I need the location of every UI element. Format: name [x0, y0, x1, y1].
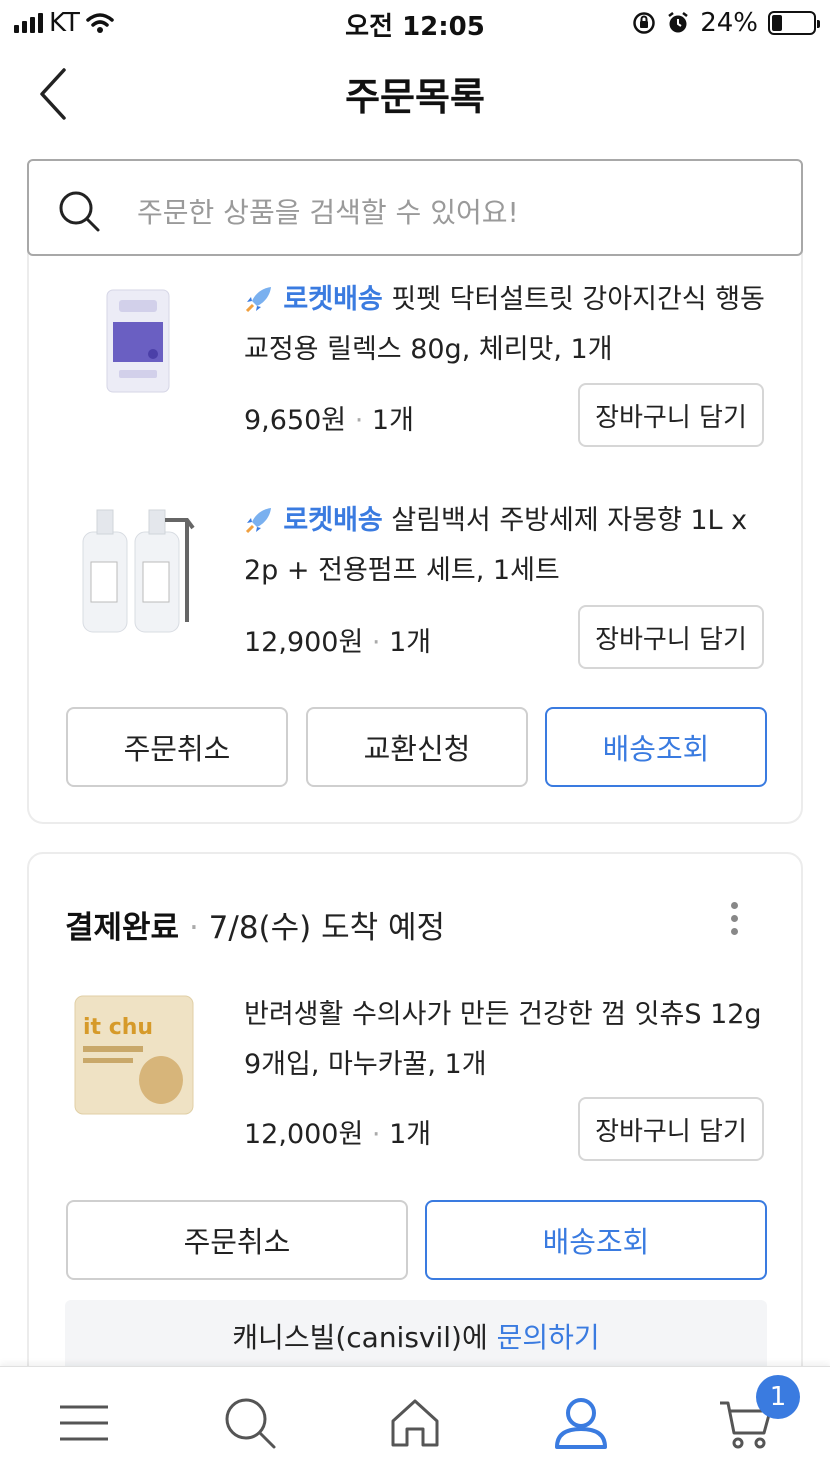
product-qty: 1개 — [371, 405, 414, 436]
status-right: 24% — [632, 8, 820, 38]
more-options-icon[interactable] — [727, 902, 741, 942]
product-price-row: 9,650원 · 1개 — [244, 398, 414, 437]
add-to-cart-button[interactable]: 장바구니 담기 — [578, 605, 764, 669]
inquiry-link[interactable]: 문의하기 — [497, 1321, 600, 1354]
add-to-cart-button[interactable]: 장바구니 담기 — [578, 383, 764, 447]
product-image[interactable] — [69, 282, 209, 422]
search-box[interactable]: 주문한 상품을 검색할 수 있어요! — [27, 159, 803, 256]
track-delivery-button[interactable]: 배송조회 — [545, 707, 767, 787]
header: 주문목록 — [0, 44, 830, 144]
page-title: 주문목록 — [345, 75, 485, 119]
seller-name: 캐니스빌(canisvil)에 — [232, 1321, 488, 1354]
product-name[interactable]: 반려생활 수의사가 만든 건강한 껌 잇츄S 12g 9개입, 마누카꿀, 1개 — [244, 990, 784, 1090]
product-qty: 1개 — [389, 1119, 432, 1150]
product-qty: 1개 — [389, 627, 432, 658]
battery-fill — [772, 15, 782, 31]
rocket-icon — [245, 508, 271, 534]
cancel-order-button[interactable]: 주문취소 — [66, 1200, 408, 1280]
payment-status: 결제완료 — [65, 910, 180, 946]
orientation-lock-icon — [633, 12, 655, 34]
cart-count-badge: 1 — [756, 1375, 800, 1419]
cancel-order-button[interactable]: 주문취소 — [66, 707, 288, 787]
battery-percent: 24% — [700, 8, 758, 38]
my-account-icon[interactable] — [553, 1395, 609, 1451]
home-icon[interactable] — [387, 1395, 443, 1451]
rocket-delivery-badge: 로켓배송 — [244, 284, 383, 315]
separator-dot: · — [354, 405, 364, 436]
product-image[interactable] — [69, 502, 209, 642]
exchange-request-button[interactable]: 교환신청 — [306, 707, 528, 787]
bottom-tab-bar — [0, 1366, 830, 1476]
rocket-label: 로켓배송 — [283, 284, 383, 315]
delivery-eta: 7/8(수) 도착 예정 — [208, 910, 446, 946]
alarm-icon — [668, 12, 688, 33]
product-image[interactable]: it chu — [69, 984, 209, 1124]
menu-icon[interactable] — [56, 1395, 112, 1451]
separator-dot: · — [371, 627, 381, 658]
separator-dot: · — [179, 910, 209, 946]
battery-icon — [768, 11, 820, 35]
rocket-icon — [245, 287, 271, 313]
order-card: 결제완료 · 7/8(수) 도착 예정 it chu 반려생활 수의사가 만든 … — [27, 852, 803, 1392]
brand-text: it chu — [83, 1015, 153, 1040]
search-icon — [59, 191, 100, 232]
product-price-row: 12,900원 · 1개 — [244, 620, 431, 659]
product-price-row: 12,000원 · 1개 — [244, 1112, 431, 1151]
track-delivery-button[interactable]: 배송조회 — [425, 1200, 767, 1280]
separator-dot: · — [371, 1119, 381, 1150]
status-bar: KT 오전 12:05 24% — [0, 0, 830, 44]
order-status: 결제완료 · 7/8(수) 도착 예정 — [65, 902, 445, 947]
rocket-delivery-badge: 로켓배송 — [244, 505, 383, 536]
order-card: 로켓배송 핏펫 닥터설트릿 강아지간식 행동교정용 릴렉스 80g, 체리맛, … — [27, 230, 803, 824]
search-input[interactable]: 주문한 상품을 검색할 수 있어요! — [137, 191, 519, 231]
product-price: 9,650원 — [244, 405, 347, 436]
seller-inquiry-bar: 캐니스빌(canisvil)에 문의하기 — [65, 1300, 767, 1376]
add-to-cart-button[interactable]: 장바구니 담기 — [578, 1097, 764, 1161]
rocket-label: 로켓배송 — [283, 505, 383, 536]
product-price: 12,900원 — [244, 627, 364, 658]
search-tab-icon[interactable] — [222, 1395, 278, 1451]
product-price: 12,000원 — [244, 1119, 364, 1150]
product-name[interactable]: 로켓배송 살림백서 주방세제 자몽향 1L x 2p + 전용펌프 세트, 1세… — [244, 496, 784, 596]
product-name[interactable]: 로켓배송 핏펫 닥터설트릿 강아지간식 행동교정용 릴렉스 80g, 체리맛, … — [244, 275, 784, 375]
